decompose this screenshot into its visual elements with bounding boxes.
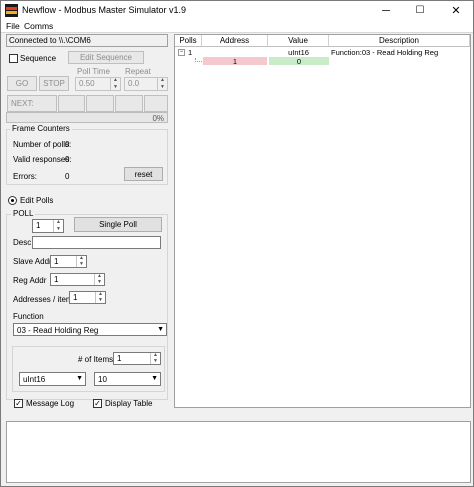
reg-addr-value: 1 bbox=[54, 275, 59, 284]
stop-button[interactable]: STOP bbox=[39, 76, 69, 91]
errors-value: 0 bbox=[65, 172, 70, 181]
row-poll: 1 bbox=[188, 47, 193, 57]
function-label: Function bbox=[13, 312, 44, 321]
display-table-label: Display Table bbox=[105, 399, 153, 408]
addresses-per-item-field[interactable]: 1 ▲ ▼ bbox=[69, 291, 106, 304]
edit-polls-label: Edit Polls bbox=[20, 196, 54, 205]
repeat-spinner[interactable]: ▲ ▼ bbox=[157, 78, 167, 90]
repeat-field[interactable]: 0.0 ▲ ▼ bbox=[124, 77, 168, 91]
function-select[interactable]: 03 - Read Holding Reg ▼ bbox=[13, 323, 167, 336]
table-row[interactable]: 1 0 bbox=[175, 57, 470, 66]
column-header-description[interactable]: Description bbox=[329, 35, 470, 47]
column-header-address[interactable]: Address bbox=[202, 35, 268, 47]
display-format-select[interactable]: 10 ▼ bbox=[94, 372, 161, 386]
row-value: 0 bbox=[269, 57, 329, 66]
polls-count-value: 0 bbox=[65, 140, 70, 149]
poll-number-value: 1 bbox=[36, 221, 41, 230]
items-label: # of Items bbox=[78, 355, 114, 364]
repeat-label: Repeat bbox=[125, 67, 151, 76]
poll-time-spinner[interactable]: ▲ ▼ bbox=[110, 78, 120, 90]
items-spinner[interactable]: ▲ ▼ bbox=[150, 353, 160, 364]
menu-divider bbox=[1, 32, 473, 33]
display-format-value: 10 bbox=[98, 375, 107, 384]
single-poll-button[interactable]: Single Poll bbox=[74, 217, 162, 232]
app-logo-icon bbox=[5, 4, 18, 17]
column-header-polls[interactable]: Polls bbox=[175, 35, 202, 47]
edit-sequence-button[interactable]: Edit Sequence bbox=[68, 51, 144, 64]
maximize-button[interactable]: ☐ bbox=[403, 1, 437, 20]
next-slot-2[interactable] bbox=[86, 95, 114, 112]
poll-time-field[interactable]: 0.50 ▲ ▼ bbox=[75, 77, 121, 91]
data-type-select[interactable]: uInt16 ▼ bbox=[19, 372, 86, 386]
chevron-down-icon: ▼ bbox=[76, 375, 83, 382]
next-slot-4[interactable] bbox=[144, 95, 168, 112]
slave-addr-field[interactable]: 1 ▲ ▼ bbox=[50, 255, 87, 268]
valid-responses-label: Valid responses: bbox=[13, 155, 72, 164]
menu-file[interactable]: File bbox=[6, 21, 20, 31]
title-bar: Newflow - Modbus Master Simulator v1.9 ─… bbox=[1, 1, 473, 20]
window-title: Newflow - Modbus Master Simulator v1.9 bbox=[22, 5, 187, 15]
data-type-value: uInt16 bbox=[23, 375, 46, 384]
table-row[interactable]: − 1 uInt16 Function:03 - Read Holding Re… bbox=[175, 48, 470, 57]
row-value: uInt16 bbox=[288, 47, 309, 57]
function-value: 03 - Read Holding Reg bbox=[17, 326, 99, 335]
column-header-value[interactable]: Value bbox=[268, 35, 329, 47]
sequence-label: Sequence bbox=[20, 54, 57, 63]
polls-count-label: Number of polls: bbox=[13, 140, 72, 149]
progress-text: 0% bbox=[152, 114, 164, 123]
poll-number-spinner[interactable]: ▲ ▼ bbox=[53, 220, 63, 232]
reg-addr-spinner[interactable]: ▲ ▼ bbox=[94, 274, 104, 285]
row-address: 1 bbox=[203, 57, 267, 66]
addresses-per-item-label: Addresses / item bbox=[13, 295, 73, 304]
desc-label: Desc bbox=[13, 238, 32, 247]
minimize-button[interactable]: ─ bbox=[369, 1, 403, 20]
poll-group-title: POLL bbox=[11, 209, 36, 218]
desc-input[interactable] bbox=[32, 236, 161, 249]
message-log-label: Message Log bbox=[26, 399, 75, 408]
repeat-value: 0.0 bbox=[128, 79, 140, 88]
poll-number-field[interactable]: 1 ▲ ▼ bbox=[32, 219, 64, 233]
close-button[interactable]: ✕ bbox=[439, 1, 473, 20]
collapse-icon[interactable]: − bbox=[178, 49, 185, 56]
menu-comms[interactable]: Comms bbox=[24, 21, 53, 31]
frame-counters-title: Frame Counters bbox=[10, 124, 72, 133]
slave-addr-label: Slave Addr bbox=[13, 257, 52, 266]
addresses-per-item-value: 1 bbox=[73, 293, 78, 302]
items-field[interactable]: 1 ▲ ▼ bbox=[113, 352, 161, 365]
go-button[interactable]: GO bbox=[7, 76, 37, 91]
reset-button[interactable]: reset bbox=[124, 167, 163, 181]
display-table-checkbox[interactable]: ✓ bbox=[93, 399, 102, 408]
row-description: Function:03 - Read Holding Reg bbox=[331, 47, 439, 57]
addresses-per-item-spinner[interactable]: ▲ ▼ bbox=[95, 292, 105, 303]
message-log-checkbox[interactable]: ✓ bbox=[14, 399, 23, 408]
tree-line bbox=[195, 58, 202, 62]
menu-bar: File Comms bbox=[1, 20, 473, 32]
chevron-down-icon: ▼ bbox=[157, 326, 164, 333]
poll-time-value: 0.50 bbox=[79, 79, 95, 88]
app-window: Newflow - Modbus Master Simulator v1.9 ─… bbox=[0, 0, 474, 487]
items-value: 1 bbox=[117, 354, 122, 363]
slave-addr-value: 1 bbox=[54, 257, 59, 266]
slave-addr-spinner[interactable]: ▲ ▼ bbox=[76, 256, 86, 267]
connection-status: Connected to \\.\COM6 bbox=[6, 34, 168, 47]
sequence-checkbox[interactable] bbox=[9, 54, 18, 63]
errors-label: Errors: bbox=[13, 172, 37, 181]
next-button[interactable]: NEXT: bbox=[7, 95, 57, 112]
poll-time-label: Poll Time bbox=[77, 67, 110, 76]
reg-addr-field[interactable]: 1 ▲ ▼ bbox=[50, 273, 105, 286]
next-slot-3[interactable] bbox=[115, 95, 143, 112]
message-log-area[interactable] bbox=[6, 421, 471, 483]
next-slot-1[interactable] bbox=[58, 95, 85, 112]
valid-responses-value: 0 bbox=[65, 155, 70, 164]
chevron-down-icon: ▼ bbox=[151, 375, 158, 382]
sequence-progress-bar: 0% bbox=[6, 112, 168, 123]
edit-polls-radio[interactable] bbox=[8, 196, 17, 205]
reg-addr-label: Reg Addr bbox=[13, 276, 47, 285]
poll-table: Polls Address Value Description − 1 uInt… bbox=[174, 34, 471, 408]
